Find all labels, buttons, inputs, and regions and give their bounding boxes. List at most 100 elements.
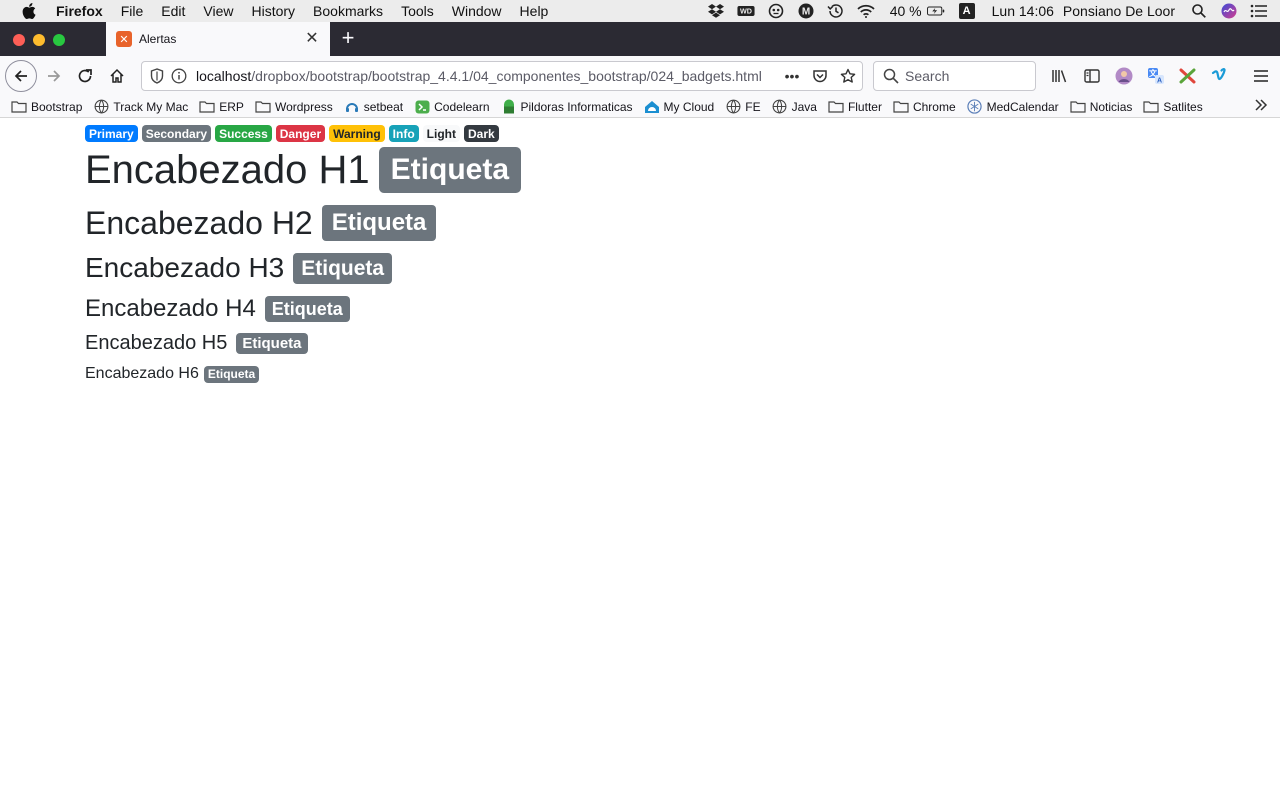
menu-window[interactable]: Window (452, 3, 502, 19)
menu-history[interactable]: History (251, 3, 295, 19)
heading-h3-badge: Etiqueta (293, 252, 393, 284)
input-source-indicator[interactable]: A (958, 3, 975, 19)
bookmark-chrome[interactable]: Chrome (893, 100, 956, 114)
tools-extension-icon[interactable] (1176, 64, 1200, 88)
heading-h5: Encabezado H5 Etiqueta (85, 331, 308, 355)
apple-menu-icon[interactable] (20, 2, 38, 20)
wd-drive-icon[interactable]: WD (737, 3, 755, 19)
svg-text:M: M (802, 7, 810, 18)
siri-icon[interactable] (1220, 3, 1238, 19)
menu-tools[interactable]: Tools (401, 3, 434, 19)
heading-h6-badge: Etiqueta (203, 365, 260, 383)
bookmark-label: Wordpress (274, 99, 333, 114)
page-content: Primary Secondary Success Danger Warning Info… (0, 119, 1280, 800)
menubar-clock[interactable]: Lun 14:06 (992, 3, 1054, 19)
badge-warning: Warning (329, 125, 385, 142)
bookmark-java[interactable]: Java (772, 100, 817, 114)
folder-icon (255, 100, 271, 114)
pocket-icon[interactable] (806, 62, 834, 90)
battery-charging-icon[interactable] (926, 3, 945, 19)
badge-info: Info (388, 125, 419, 142)
globe-icon (772, 99, 788, 114)
spotlight-search-icon[interactable] (1190, 3, 1208, 19)
window-zoom-button[interactable] (53, 34, 65, 46)
wifi-icon[interactable] (857, 3, 875, 19)
url-text[interactable]: localhost/dropbox/bootstrap/bootstrap_4.… (196, 68, 770, 84)
site-info-icon[interactable] (170, 67, 188, 85)
translate-extension-icon[interactable]: 文A (1144, 64, 1168, 88)
search-input[interactable] (905, 68, 1025, 84)
menu-file[interactable]: File (121, 3, 144, 19)
sidebar-toggle-icon[interactable] (1080, 64, 1104, 88)
toolbar-extensions: 文A (1048, 64, 1240, 88)
dropbox-icon[interactable] (707, 3, 725, 19)
tab-strip: ✕ Alertas ✕ + (0, 22, 1280, 56)
bookmark-medcalendar[interactable]: MedCalendar (967, 99, 1059, 114)
menubar-user-name[interactable]: Ponsiano De Loor (1063, 3, 1175, 19)
notification-center-icon[interactable] (1250, 3, 1268, 19)
menu-help[interactable]: Help (520, 3, 549, 19)
bookmark-flutter[interactable]: Flutter (828, 100, 882, 114)
setbeat-icon (344, 100, 360, 114)
time-machine-icon[interactable] (827, 3, 845, 19)
heading-h6: Encabezado H6 Etiqueta (85, 365, 260, 383)
window-close-button[interactable] (13, 34, 25, 46)
menu-edit[interactable]: Edit (161, 3, 185, 19)
heading-h3: Encabezado H3 Etiqueta (85, 252, 393, 284)
vimeo-extension-icon[interactable] (1208, 64, 1232, 88)
account-avatar-icon[interactable] (1112, 64, 1136, 88)
reload-button[interactable] (71, 62, 99, 90)
badge-primary: Primary (85, 125, 138, 142)
menu-app-firefox[interactable]: Firefox (56, 3, 103, 19)
bookmark-satlites[interactable]: Satlites (1143, 99, 1203, 114)
bookmark-fe[interactable]: FE (725, 99, 761, 114)
badge-danger: Danger (275, 125, 326, 142)
privacy-mask-icon[interactable] (767, 3, 785, 19)
bookmark-pildoras-informaticas[interactable]: Pildoras Informaticas (501, 99, 633, 114)
bookmark-label: Noticias (1089, 99, 1133, 114)
tab-close-icon[interactable]: ✕ (304, 31, 320, 47)
heading-h2: Encabezado H2 Etiqueta (85, 204, 437, 241)
bookmark-my-cloud[interactable]: My Cloud (644, 100, 714, 114)
bookmarks-overflow-chevron-icon[interactable] (1254, 98, 1268, 117)
menubar-status-area: WD M 40 % A Lun 14:06 Ponsiano De Loor (701, 0, 1280, 22)
home-button[interactable] (103, 62, 131, 90)
bookmark-label: Chrome (912, 99, 956, 114)
bookmark-track-my-mac[interactable]: Track My Mac (93, 100, 188, 114)
bookmark-star-icon[interactable] (834, 62, 862, 90)
xampp-favicon-icon: ✕ (116, 31, 132, 47)
bookmark-erp[interactable]: ERP (199, 100, 244, 114)
heading-h2-text: Encabezado H2 (85, 204, 313, 241)
tracking-shield-icon[interactable] (148, 67, 166, 85)
page-actions-menu-icon[interactable]: ••• (778, 62, 806, 90)
menu-bookmarks[interactable]: Bookmarks (313, 3, 383, 19)
bookmark-noticias[interactable]: Noticias (1070, 99, 1133, 114)
bookmark-label: Satlites (1163, 99, 1203, 114)
tab-alertas[interactable]: ✕ Alertas ✕ (106, 22, 330, 56)
heading-h5-badge: Etiqueta (236, 332, 308, 354)
new-tab-plus-icon[interactable]: + (338, 27, 358, 51)
bookmarks-toolbar: Bootstrap Track My Mac ERP Wordpress set… (0, 96, 1280, 118)
forward-button[interactable] (40, 62, 68, 90)
menu-view[interactable]: View (203, 3, 233, 19)
tab-title: Alertas (139, 32, 177, 46)
folder-icon (11, 100, 27, 114)
bookmark-label: Pildoras Informaticas (520, 99, 633, 114)
app-menu-hamburger-icon[interactable] (1247, 62, 1275, 90)
globe-icon (725, 99, 741, 114)
bookmark-wordpress[interactable]: Wordpress (255, 100, 333, 114)
back-button[interactable] (5, 60, 37, 92)
heading-h6-text: Encabezado H6 (85, 365, 199, 382)
bookmark-setbeat[interactable]: setbeat (344, 100, 403, 114)
m-app-icon[interactable]: M (797, 3, 815, 19)
search-icon (882, 67, 900, 85)
search-bar[interactable] (873, 61, 1036, 91)
window-minimize-button[interactable] (33, 34, 45, 46)
library-icon[interactable] (1048, 64, 1072, 88)
bookmark-codelearn[interactable]: Codelearn (414, 100, 490, 114)
bookmark-label: Java (791, 99, 817, 114)
bookmark-bootstrap[interactable]: Bootstrap (11, 100, 82, 114)
svg-text:A: A (1157, 78, 1162, 85)
heading-h3-text: Encabezado H3 (85, 252, 285, 283)
url-bar[interactable]: localhost/dropbox/bootstrap/bootstrap_4.… (141, 61, 863, 91)
